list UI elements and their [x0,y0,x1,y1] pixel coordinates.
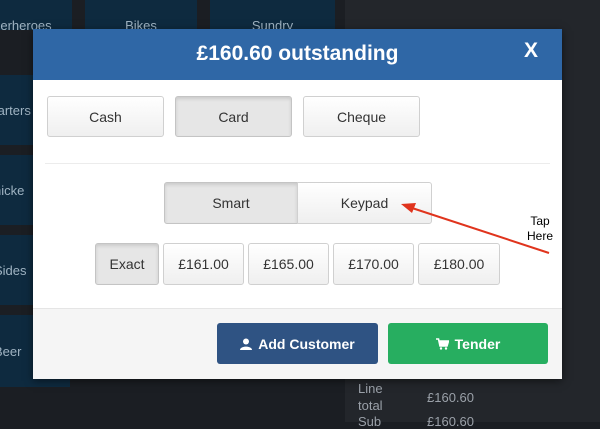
outstanding-title: £160.60 outstanding [196,42,399,65]
cheque-button[interactable]: Cheque [303,96,420,137]
bg-tile-superheroes: erheroes [0,0,72,33]
divider [45,163,550,164]
close-button[interactable]: X [524,39,538,63]
card-button[interactable]: Card [175,96,292,137]
line-total-value: £160.60 [427,390,474,405]
keypad-mode-button[interactable]: Keypad [297,182,432,224]
add-customer-button[interactable]: Add Customer [217,323,378,364]
amount-button-165[interactable]: £165.00 [248,243,329,285]
dialog-header: £160.60 outstanding X [33,29,562,80]
amount-button-170[interactable]: £170.00 [333,243,414,285]
tender-label: Tender [454,335,501,352]
tender-button[interactable]: Tender [388,323,548,364]
cart-icon [435,337,449,350]
amount-button-161[interactable]: £161.00 [163,243,244,285]
tap-text: Tap [530,214,550,228]
bg-tile-bikes: Bikes [85,0,197,33]
bg-tile-sundry: Sundry [210,0,335,33]
tap-here-annotation: Tap Here [520,214,560,244]
user-icon [240,338,253,350]
payment-dialog: £160.60 outstanding X Cash Card Cheque S… [33,29,562,379]
amount-button-180[interactable]: £180.00 [418,243,500,285]
cash-button[interactable]: Cash [47,96,164,137]
add-customer-label: Add Customer [258,335,355,352]
exact-amount-button[interactable]: Exact [95,243,159,285]
smart-mode-button[interactable]: Smart [164,182,298,224]
line-total-label: Line total [358,381,383,413]
here-text: Here [526,229,553,243]
dialog-footer: Add Customer Tender [33,308,562,379]
